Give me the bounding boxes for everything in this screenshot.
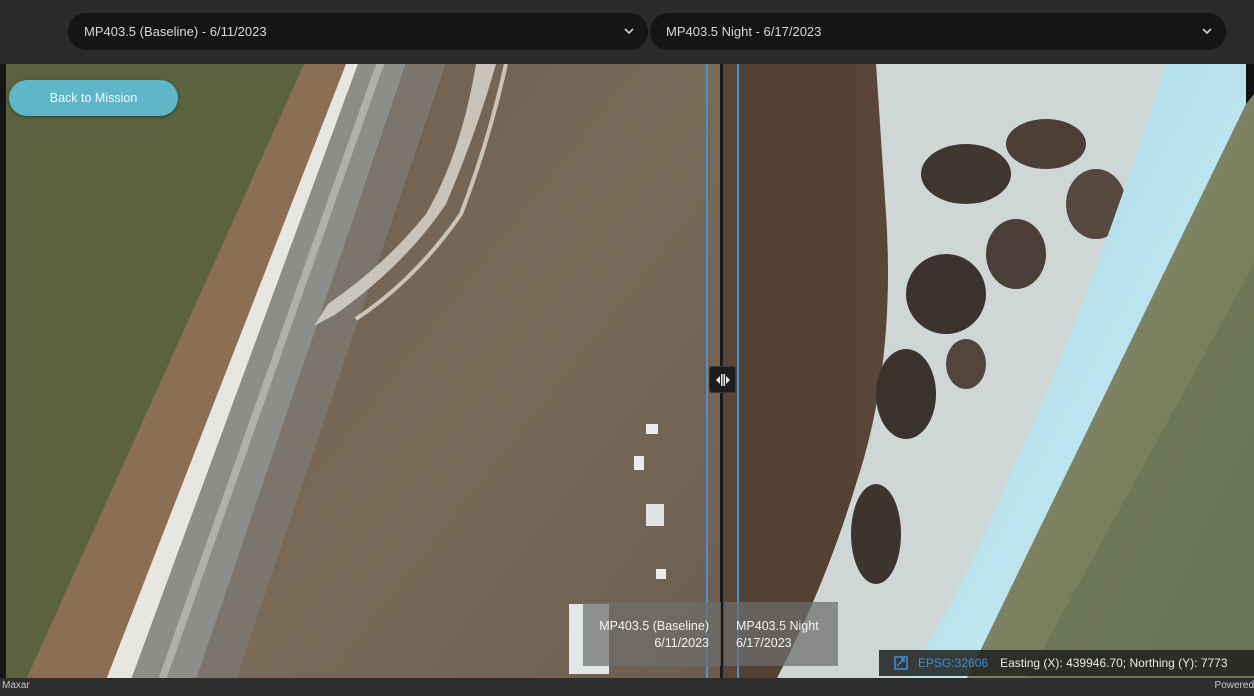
swipe-label-right-name: MP403.5 Night <box>736 619 819 633</box>
baseline-layer-select-value: MP403.5 (Baseline) - 6/11/2023 <box>84 24 267 39</box>
swipe-label-right: MP403.5 Night 6/17/2023 <box>724 602 838 666</box>
attribution-left: Maxar <box>2 680 30 691</box>
aerial-imagery <box>6 64 1254 680</box>
coordinate-readout-bar: EPSG:32606 Easting (X): 439946.70; North… <box>879 650 1254 676</box>
swipe-label-right-date: 6/17/2023 <box>736 636 792 650</box>
swipe-label-left: MP403.5 (Baseline) 6/11/2023 <box>583 602 721 666</box>
coordinate-system-icon[interactable] <box>894 656 908 670</box>
swipe-handle-icon <box>715 373 730 386</box>
swipe-label-left-date: 6/11/2023 <box>654 636 709 650</box>
swipe-right-guide-line <box>737 64 739 680</box>
comparison-layer-select[interactable]: MP403.5 Night - 6/17/2023 <box>650 13 1226 50</box>
coordinate-readout-text: Easting (X): 439946.70; Northing (Y): 77… <box>1000 656 1228 670</box>
map-view[interactable] <box>6 64 1254 680</box>
attribution-right[interactable]: Powered <box>1215 680 1254 691</box>
baseline-layer-select[interactable]: MP403.5 (Baseline) - 6/11/2023 <box>68 13 648 50</box>
top-toolbar: MP403.5 (Baseline) - 6/11/2023 MP403.5 N… <box>0 0 1254 64</box>
swipe-handle[interactable] <box>709 366 736 393</box>
chevron-down-icon <box>624 28 634 35</box>
attribution-bar <box>0 678 1254 696</box>
swipe-label-left-name: MP403.5 (Baseline) <box>599 619 709 633</box>
epsg-link[interactable]: EPSG:32606 <box>918 656 988 670</box>
chevron-down-icon <box>1202 28 1212 35</box>
comparison-layer-select-value: MP403.5 Night - 6/17/2023 <box>666 24 822 39</box>
back-to-mission-button[interactable]: Back to Mission <box>9 80 178 116</box>
swipe-left-guide-line <box>706 64 708 680</box>
